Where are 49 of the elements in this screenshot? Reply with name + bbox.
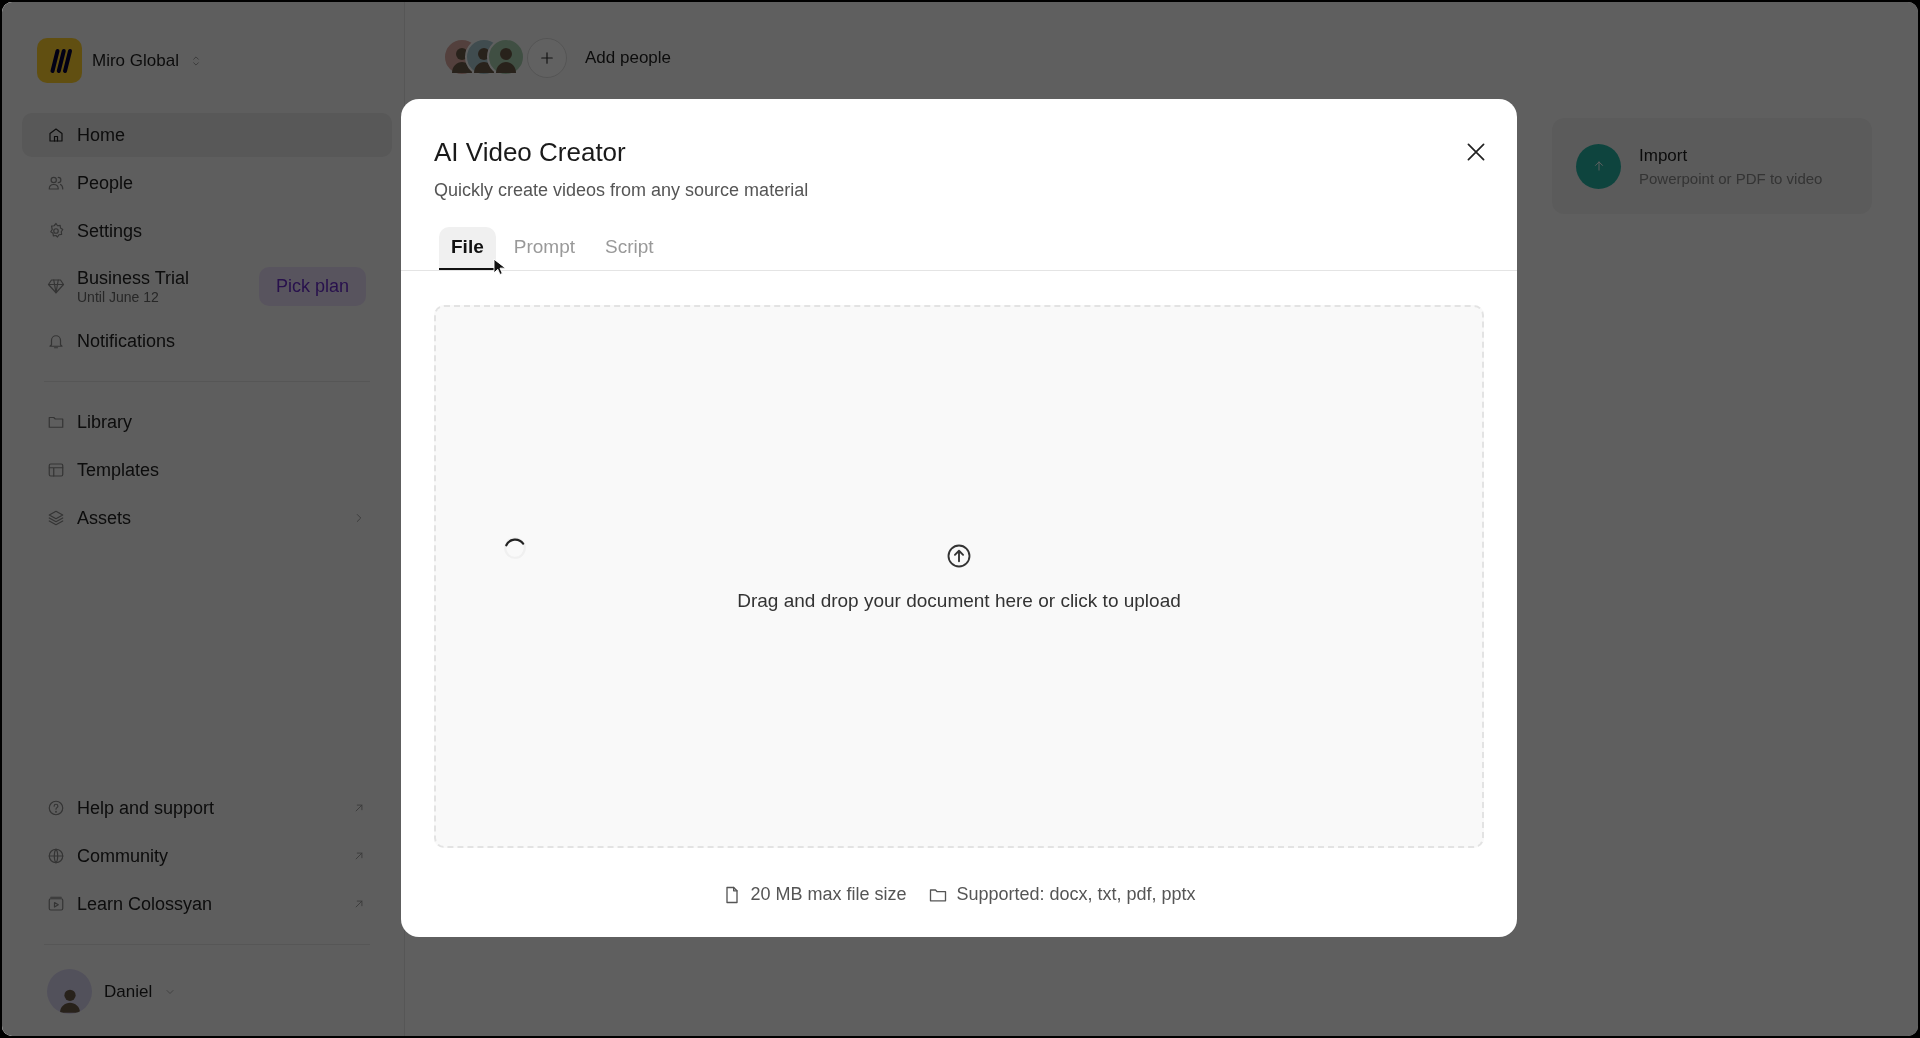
sidebar-item[interactable]: Home	[22, 113, 392, 157]
nav-label: People	[77, 172, 134, 194]
info-text: Supported: docx, txt, pdf, pptx	[956, 884, 1196, 905]
sidebar-link[interactable]: Learn Colossyan	[22, 882, 392, 926]
tab[interactable]: File	[439, 227, 496, 270]
sidebar-item[interactable]: People	[22, 161, 392, 205]
layout-icon	[47, 461, 65, 479]
plus-icon	[538, 49, 556, 67]
nav-label: Home	[77, 124, 125, 146]
info-text: 20 MB max file size	[750, 884, 907, 905]
member-avatars-drawing[interactable]	[443, 38, 525, 76]
nav-label: Templates	[77, 459, 160, 481]
video-icon	[47, 895, 65, 913]
add-people-link[interactable]: Add people	[585, 48, 672, 68]
help-icon	[47, 799, 65, 817]
upload-dropzone[interactable]: Drag and drop your document here or click to upload	[434, 305, 1484, 848]
sidebar-item[interactable]: Templates	[22, 448, 392, 492]
home-icon	[47, 126, 65, 144]
sidebar-item[interactable]: Notifications	[22, 319, 392, 363]
sidebar-item[interactable]: Assets	[22, 496, 392, 540]
dialog-subtitle: Quickly create videos from any source material	[434, 180, 809, 201]
user-avatar[interactable]	[47, 969, 92, 1014]
nav-label: Business Trial	[77, 267, 191, 289]
add-member-button[interactable]	[527, 38, 567, 78]
sidebar-item[interactable]: Settings	[22, 209, 392, 253]
sidebar-link[interactable]: Community	[22, 834, 392, 878]
sidebar-item[interactable]: Library	[22, 400, 392, 444]
diamond-icon	[47, 277, 65, 295]
tab[interactable]: Script	[593, 227, 666, 270]
dialog-title: AI Video Creator	[434, 137, 627, 168]
nav-label: Notifications	[77, 330, 176, 352]
workspace-name[interactable]: Miro Global	[92, 50, 179, 71]
nav-label: Learn Colossyan	[77, 893, 214, 915]
nav-label: Help and support	[77, 797, 216, 819]
nav-label: Assets	[77, 507, 133, 529]
user-name[interactable]: Daniel	[104, 981, 153, 1002]
tab[interactable]: Prompt	[501, 227, 587, 270]
nav-label: Community	[77, 845, 170, 867]
pick-plan-button[interactable]: Pick plan	[258, 266, 366, 306]
settings-icon	[47, 222, 65, 240]
globe-icon	[47, 847, 65, 865]
nav-label: Library	[77, 411, 133, 433]
people-icon	[47, 174, 65, 192]
bell-icon	[47, 332, 65, 350]
card-title: Import	[1639, 145, 1689, 166]
layers-icon	[47, 509, 65, 527]
nav-label: Settings	[77, 220, 143, 242]
sidebar-link[interactable]: Help and support	[22, 786, 392, 830]
dropzone-text: Drag and drop your document here or click to upload	[737, 589, 1181, 612]
